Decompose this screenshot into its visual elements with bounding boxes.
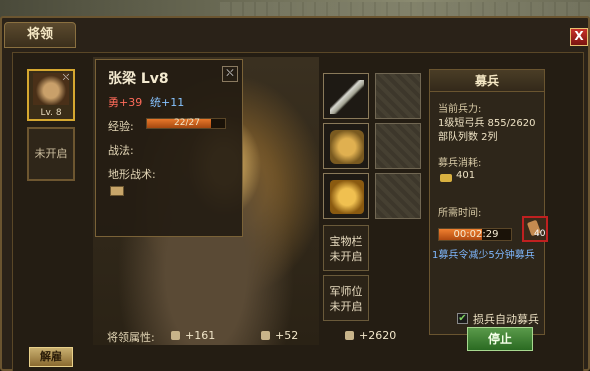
attributes-label: 将领属性: [107,331,155,344]
window-content: ⛌ Lv. 8 未开启 张梁 Lv8 ⛌ 勇+39 统+11 经验: 22/27… [12,52,584,371]
tiger-icon [330,180,364,214]
sword-icon [330,80,364,114]
formation-value: 部队列数 2列 [438,132,498,143]
armor-slot[interactable] [323,123,369,169]
swap-icon[interactable]: ⛌ [222,66,238,82]
empty-slot[interactable] [375,173,421,219]
auto-recruit-checkbox[interactable]: ✔ [457,313,468,324]
troops-value: +2620 [359,329,397,342]
attack-icon [171,331,180,340]
treasure-slot: 宝物栏 未开启 [323,225,369,271]
token-note: 1募兵令减少5分钟募兵 [432,250,535,261]
exp-label: 经验: [108,120,134,133]
general-window: 将领 X ⛌ Lv. 8 未开启 张梁 Lv8 ⛌ 勇+39 统+11 经验: … [0,16,590,371]
terrain-label: 地形战术: [108,168,156,181]
bravery-stat: 勇+39 [108,96,143,109]
command-stat: 统+11 [150,96,185,109]
hero-level: Lv. 8 [40,108,62,118]
current-troops-value: 1级短弓兵 855/2620 [438,118,536,129]
tactics-label: 战法: [108,144,134,157]
empty-slot[interactable] [375,73,421,119]
cost-value: 401 [456,170,476,181]
stop-button[interactable]: 停止 [467,327,533,351]
time-label: 所需时间: [438,208,482,219]
current-troops-label: 当前兵力: [438,104,482,115]
auto-recruit-label: 损兵自动募兵 [473,313,539,326]
coin-icon [440,174,452,182]
token-count: 40 [534,229,546,239]
empty-slot[interactable] [375,123,421,169]
armor-icon [330,130,364,164]
mount-slot[interactable] [323,173,369,219]
cost-label: 募兵消耗: [438,158,482,169]
window-title: 将领 [4,22,76,48]
exp-value: 22/27 [174,118,200,128]
recruit-panel: 募兵 当前兵力: 1级短弓兵 855/2620 部队列数 2列 募兵消耗: 40… [429,69,548,335]
advisor-slot: 军师位 未开启 [323,275,369,321]
troops-icon [345,331,354,340]
attack-value: +161 [185,329,216,342]
terrain-icon[interactable] [110,186,124,196]
general-name: 张梁 Lv8 [108,71,169,87]
defense-icon [261,331,270,340]
dismiss-button[interactable]: 解雇 [29,347,73,367]
swap-icon[interactable]: ⛌ [60,72,72,84]
weapon-slot[interactable] [323,73,369,119]
hero-slot[interactable]: ⛌ Lv. 8 [27,69,75,121]
recruit-timer-bar: 00:02:29 [438,228,512,241]
close-button[interactable]: X [570,28,588,46]
general-info-panel: 张梁 Lv8 ⛌ 勇+39 统+11 经验: 22/27 战法: 地形战术: [95,59,243,237]
time-value: 00:02:29 [453,229,499,240]
recruit-header: 募兵 [430,70,544,92]
defense-value: +52 [275,329,299,342]
locked-slot: 未开启 [27,127,75,181]
recruit-token-slot[interactable]: 40 [522,216,548,242]
exp-bar: 22/27 [146,118,226,129]
